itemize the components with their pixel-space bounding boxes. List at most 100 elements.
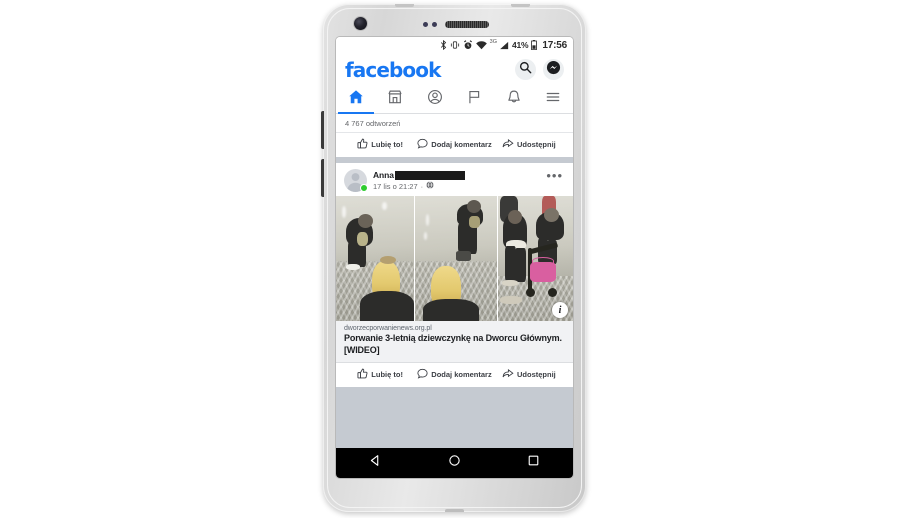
back-triangle-icon [369, 454, 382, 472]
tab-home[interactable] [336, 86, 376, 114]
tab-menu[interactable] [534, 86, 574, 113]
earpiece-speaker-icon [445, 21, 489, 28]
post-header: Anna 17 lis o 21:27 · ••• [336, 163, 573, 196]
tab-profile[interactable] [415, 86, 455, 113]
globe-icon [426, 181, 434, 191]
thumbs-up-icon [357, 368, 368, 381]
phone-screen: 3G 41% 17:56 facebook 4 767 odtworzeń Lu… [336, 37, 573, 478]
news-feed[interactable]: 4 767 odtworzeń Lubię to! Dodaj komentar… [336, 114, 573, 448]
share-label: Udostępnij [516, 140, 556, 149]
bending-person-head [544, 208, 559, 222]
author-name[interactable]: Anna [373, 170, 394, 180]
status-clock: 17:56 [542, 39, 567, 51]
person-shoe [500, 296, 522, 304]
like-button[interactable]: Lubię to! [343, 368, 417, 381]
video-views-count: 4 767 odtworzeń [336, 114, 573, 133]
tab-marketplace[interactable] [376, 86, 416, 113]
marketplace-icon [387, 89, 403, 110]
proximity-sensor-icon [423, 22, 428, 27]
light-glare [424, 232, 427, 240]
wifi-icon [475, 40, 487, 50]
foreground-person-shoulders [423, 299, 479, 321]
alarm-icon [463, 40, 473, 50]
messenger-icon [546, 60, 561, 80]
thumbs-up-icon [357, 138, 368, 151]
comment-button[interactable]: Dodaj komentarz [417, 138, 492, 151]
android-back-button[interactable] [356, 454, 396, 472]
post-card: Anna 17 lis o 21:27 · ••• i dworzecporwa… [336, 163, 573, 388]
light-glare [382, 202, 387, 210]
search-button[interactable] [515, 59, 536, 80]
facebook-top-bar: facebook [336, 53, 573, 86]
avatar[interactable] [344, 169, 368, 192]
author-line: Anna [373, 170, 540, 180]
previous-post-action-bar: Lubię to! Dodaj komentarz Udostępnij [336, 133, 573, 157]
recents-square-icon [527, 454, 540, 472]
search-icon [519, 61, 532, 79]
online-status-dot [360, 184, 368, 192]
bending-person-head [358, 214, 373, 228]
previous-post-tail: 4 767 odtworzeń Lubię to! Dodaj komentar… [336, 114, 573, 157]
light-glare [426, 214, 429, 226]
signal-icon [499, 41, 509, 50]
post-timestamp[interactable]: 17 lis o 21:27 [373, 182, 418, 191]
status-bar: 3G 41% 17:56 [336, 37, 573, 53]
antenna-line-left [395, 4, 414, 7]
hamburger-menu-icon [545, 89, 561, 110]
volume-up-button[interactable] [321, 111, 324, 149]
messenger-button[interactable] [543, 59, 564, 80]
feed-bottom-separator [336, 387, 573, 395]
person-shoe [502, 280, 518, 286]
comment-button[interactable]: Dodaj komentarz [417, 368, 492, 381]
bell-icon [506, 89, 522, 110]
media-panel-2[interactable] [415, 196, 498, 321]
info-button[interactable]: i [552, 302, 568, 318]
bag-on-floor [456, 251, 471, 261]
timestamp-line: 17 lis o 21:27 · [373, 181, 540, 191]
comment-label: Dodaj komentarz [431, 140, 492, 149]
stroller-wheel [526, 288, 535, 297]
tab-notifications[interactable] [494, 86, 534, 113]
post-meta: Anna 17 lis o 21:27 · [373, 170, 540, 191]
woman-head [508, 210, 522, 224]
bluetooth-icon [440, 40, 447, 50]
antenna-line-right [511, 4, 530, 7]
pink-bag-handle [532, 257, 554, 265]
separator-dot: · [420, 181, 424, 191]
redaction-bar [394, 170, 465, 180]
share-arrow-icon [502, 138, 514, 151]
child-figure [469, 216, 480, 228]
share-button[interactable]: Udostępnij [492, 138, 566, 151]
battery-percent-label: 41% [512, 40, 529, 50]
profile-icon [427, 89, 443, 110]
link-headline[interactable]: Porwanie 3-letnią dziewczynkę na Dworcu … [344, 333, 565, 356]
foreground-person-shoulders [360, 291, 414, 321]
tab-pages[interactable] [455, 86, 495, 113]
phone-top-hardware [323, 4, 586, 37]
android-home-button[interactable] [435, 454, 475, 472]
like-button[interactable]: Lubię to! [343, 138, 417, 151]
home-circle-icon [448, 454, 461, 472]
volume-down-button[interactable] [321, 159, 324, 197]
post-options-button[interactable]: ••• [540, 169, 565, 185]
post-media-collage[interactable]: i [336, 196, 573, 321]
media-panel-1[interactable] [336, 196, 415, 321]
person-leg [515, 248, 526, 282]
pink-bag [530, 262, 556, 282]
vibrate-icon [450, 40, 460, 50]
battery-icon [531, 40, 538, 50]
post-action-bar: Lubię to! Dodaj komentarz Udostępnij [336, 363, 573, 388]
stroller-wheel [548, 288, 557, 297]
share-label: Udostępnij [516, 370, 556, 380]
light-glare [342, 206, 346, 218]
facebook-logo[interactable]: facebook [345, 58, 441, 82]
phone-device: 3G 41% 17:56 facebook 4 767 odtworzeń Lu… [321, 4, 586, 512]
android-recents-button[interactable] [514, 454, 554, 472]
front-camera-icon [354, 17, 367, 30]
share-button[interactable]: Udostępnij [492, 368, 566, 381]
child-figure [357, 232, 368, 246]
link-preview[interactable]: dworzecporwanienews.org.pl Porwanie 3-le… [336, 321, 573, 364]
flag-icon [466, 89, 482, 110]
comment-icon [417, 368, 428, 381]
raised-hand [380, 256, 396, 264]
